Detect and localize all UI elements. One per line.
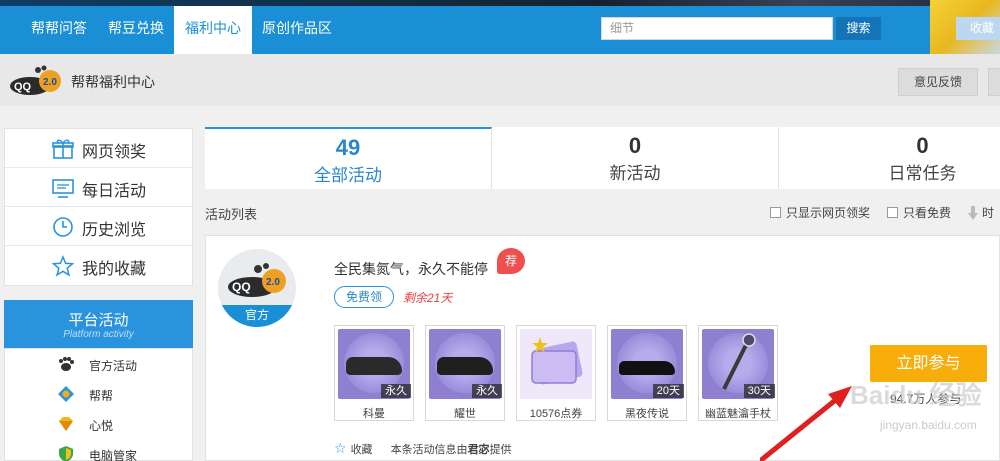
- nav-item-welfare[interactable]: 福利中心: [174, 6, 252, 54]
- svg-text:2.0: 2.0: [266, 277, 280, 288]
- activity-title[interactable]: 全民集氮气，永久不能停: [334, 259, 488, 279]
- sidebar-item-history[interactable]: 历史浏览: [5, 207, 192, 246]
- coupon-icon: [531, 337, 583, 385]
- reward-image: [520, 329, 592, 399]
- reward-duration: 永久: [472, 384, 502, 398]
- reward-item[interactable]: 永久 科曼: [334, 325, 414, 421]
- favorite-top-button[interactable]: 收藏: [956, 17, 1000, 40]
- reward-item[interactable]: 永久 耀世: [425, 325, 505, 421]
- tab-label: 全部活动: [314, 166, 382, 185]
- paw-icon: [59, 357, 74, 371]
- star-icon: [52, 255, 74, 277]
- sidebar-item-daily[interactable]: 每日活动: [5, 168, 192, 207]
- activity-tabs: 49 全部活动 0 新活动 0 日常任务: [205, 127, 1000, 189]
- provider-suffix: 提供: [489, 443, 512, 456]
- tab-label: 新活动: [609, 164, 661, 183]
- tab-all-activities[interactable]: 49 全部活动: [205, 127, 492, 189]
- clock-icon: [53, 217, 73, 237]
- watermark-logo: Baidu 经验: [850, 380, 982, 410]
- sidebar-item-label: 历史浏览: [82, 222, 147, 239]
- filter-time[interactable]: 时: [968, 204, 994, 221]
- reward-name: 耀世: [454, 408, 476, 420]
- extra-button[interactable]: [988, 68, 1000, 96]
- platform-activity-header: 平台活动 Platform activity: [4, 300, 193, 348]
- sidebar-item-web-award[interactable]: 网页领奖: [5, 129, 192, 168]
- nav-item-qa[interactable]: 帮帮问答: [22, 6, 96, 54]
- platform-item-xinyue[interactable]: 心悦: [5, 409, 192, 439]
- sidebar-item-label: 每日活动: [82, 183, 147, 200]
- monitor-icon: [52, 179, 74, 198]
- diamond-icon: [59, 417, 73, 431]
- reward-item[interactable]: 10576点券: [516, 325, 596, 421]
- tab-label: 日常任务: [888, 164, 957, 183]
- filter-free-only[interactable]: 只看免费: [887, 204, 951, 221]
- sidebar-item-label: 我的收藏: [82, 261, 147, 278]
- filter-label: 只显示网页领奖: [786, 206, 871, 220]
- recommend-badge: 荐: [497, 248, 525, 274]
- nav-item-original[interactable]: 原创作品区: [256, 6, 338, 54]
- tab-count: 0: [916, 133, 929, 158]
- tab-daily-tasks[interactable]: 0 日常任务: [779, 127, 1000, 189]
- filter-label: 只看免费: [903, 206, 952, 220]
- official-badge: 官方: [218, 305, 296, 327]
- search-input[interactable]: 细节: [601, 17, 833, 40]
- favorite-star-icon[interactable]: ☆: [334, 440, 347, 457]
- reward-duration: 永久: [381, 384, 411, 398]
- tab-count: 49: [335, 135, 361, 160]
- tab-count: 0: [628, 133, 642, 158]
- reward-name: 科曼: [363, 408, 385, 420]
- sidebar-menu: 网页领奖 每日活动 历史浏览 我的收藏: [4, 128, 193, 286]
- search-button[interactable]: 搜索: [836, 17, 881, 40]
- platform-item-official[interactable]: 官方活动: [5, 349, 192, 379]
- reward-item[interactable]: 20天 黑夜传说: [607, 325, 687, 421]
- provider-prefix: 本条活动信息由: [390, 443, 468, 456]
- helper-icon: [58, 386, 74, 402]
- reward-name: 黑夜传说: [625, 408, 669, 420]
- feedback-button[interactable]: 意见反馈: [898, 68, 978, 96]
- svg-text:QQ: QQ: [14, 81, 32, 93]
- platform-item-label: 官方活动: [89, 359, 138, 373]
- qq-speed-logo: QQ 2.0: [10, 65, 61, 95]
- platform-item-pc-manager[interactable]: 电脑管家: [5, 439, 192, 461]
- checkbox[interactable]: [770, 207, 781, 218]
- checkbox[interactable]: [887, 207, 898, 218]
- platform-item-helper[interactable]: 帮帮: [5, 379, 192, 409]
- platform-subtitle: Platform activity: [63, 329, 134, 340]
- nav-item-exchange[interactable]: 帮豆兑换: [100, 6, 172, 54]
- official-avatar: QQ 2.0 官方: [218, 249, 296, 327]
- filter-web-award[interactable]: 只显示网页领奖: [770, 204, 870, 221]
- sort-down-icon: [968, 205, 978, 220]
- platform-list: 官方活动 帮帮 心悦 电脑管家: [4, 348, 193, 461]
- shield-icon: [59, 446, 73, 461]
- platform-title: 平台活动: [68, 312, 129, 329]
- platform-item-label: 心悦: [89, 419, 114, 433]
- platform-item-label: 帮帮: [89, 389, 114, 403]
- provider-name[interactable]: 君宓: [468, 441, 490, 457]
- platform-item-label: 电脑管家: [89, 449, 138, 461]
- svg-text:2.0: 2.0: [43, 77, 57, 88]
- sidebar-item-label: 网页领奖: [82, 144, 147, 161]
- watermark-url: jingyan.baidu.com: [880, 418, 977, 432]
- sidebar-item-favorites[interactable]: 我的收藏: [5, 246, 192, 285]
- svg-text:QQ: QQ: [232, 280, 251, 294]
- gift-icon: [52, 139, 74, 159]
- page-title: 帮帮福利中心: [71, 74, 155, 90]
- activity-footer: ☆ 收藏 本条活动信息由 君宓 提供: [334, 440, 512, 457]
- remaining-days: 剩余21天: [403, 291, 453, 305]
- reward-duration: 20天: [652, 384, 684, 398]
- reward-name: 10576点券: [529, 408, 583, 420]
- tab-new-activities[interactable]: 0 新活动: [492, 127, 779, 189]
- free-tag: 免费领: [334, 286, 394, 308]
- filter-label: 时: [982, 206, 995, 220]
- activity-list-title: 活动列表: [205, 207, 258, 222]
- favorite-label[interactable]: 收藏: [351, 441, 373, 457]
